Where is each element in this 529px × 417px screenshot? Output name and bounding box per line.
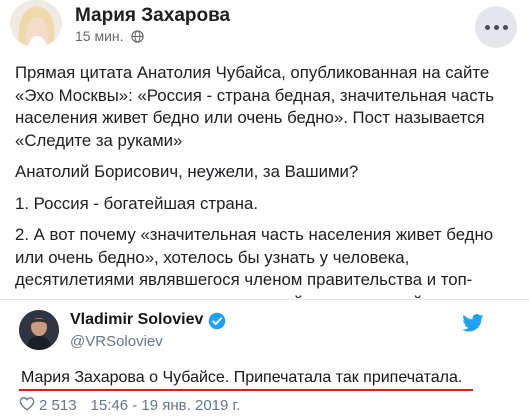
tweet-author-avatar[interactable] — [19, 310, 59, 350]
post-paragraph: Анатолий Борисович, неужели, за Вашими? — [15, 162, 359, 181]
verified-badge-icon — [208, 312, 226, 335]
globe-icon — [131, 30, 145, 46]
post-text: Прямая цитата Анатолия Чубайса, опублико… — [15, 62, 520, 300]
more-options-icon[interactable] — [475, 6, 517, 48]
author-avatar[interactable] — [10, 0, 62, 47]
post-paragraph: 2. А вот почему «значительная часть насе… — [15, 225, 494, 300]
tweet-text: Мария Захарова о Чубайсе. Припечатала та… — [21, 369, 463, 386]
post-paragraph: Прямая цитата Анатолия Чубайса, опублико… — [15, 63, 495, 150]
tweet-author-handle[interactable]: @VRSoloviev — [70, 333, 163, 350]
tweet-footer: 2 513 15:46 - 19 янв. 2019 г. — [19, 396, 240, 415]
embed-divider — [0, 299, 529, 300]
heart-icon[interactable] — [19, 396, 35, 415]
like-count[interactable]: 2 513 — [39, 397, 77, 414]
twitter-bird-icon[interactable] — [462, 314, 484, 337]
tweet-timestamp[interactable]: 15:46 - 19 янв. 2019 г. — [91, 397, 241, 414]
tweet-author-name[interactable]: Vladimir Soloviev — [70, 311, 203, 329]
post-paragraph: 1. Россия - богатейшая страна. — [15, 193, 259, 213]
post-time[interactable]: 15 мин. — [75, 28, 124, 44]
post-author-name[interactable]: Мария Захарова — [75, 5, 230, 27]
post-meta: 15 мин. — [75, 28, 145, 46]
red-underline-annotation — [19, 389, 473, 391]
